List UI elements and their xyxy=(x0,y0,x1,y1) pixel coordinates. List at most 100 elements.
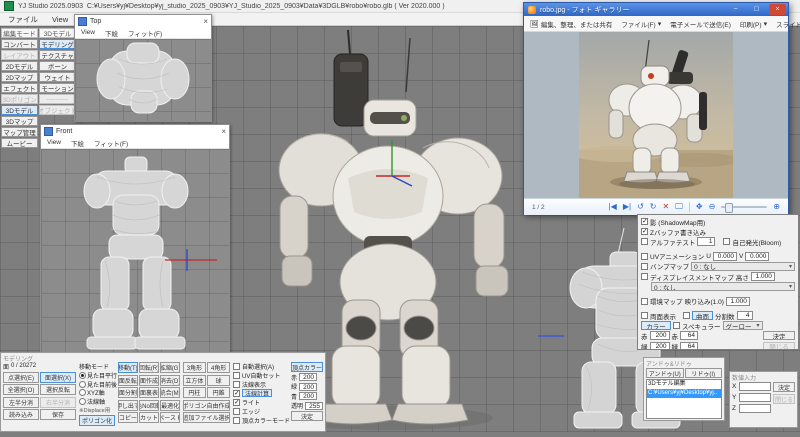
top-view-viewport[interactable] xyxy=(75,39,211,121)
minimize-button[interactable]: − xyxy=(727,4,744,15)
normal-calc-checkbox[interactable] xyxy=(232,389,240,397)
pan-icon[interactable]: ✥ xyxy=(696,203,703,211)
close-button[interactable]: × xyxy=(769,4,786,15)
previous-photo-icon[interactable]: |◀ xyxy=(609,203,617,211)
color-rotate-button[interactable]: 色No回転 xyxy=(139,399,159,411)
triangle-button[interactable]: 3角形 xyxy=(182,362,206,373)
color-button[interactable]: カラー xyxy=(641,321,671,331)
file-menu-button[interactable]: ファイル(F) ▾ xyxy=(621,19,661,29)
front-view-menu-fit[interactable]: フィット(F) xyxy=(94,138,128,148)
mode-2d-model[interactable]: 2Dモデル xyxy=(1,61,38,71)
top-view-close-icon[interactable]: × xyxy=(203,17,208,26)
submode-texture[interactable]: テクスチャ xyxy=(39,50,76,60)
maximize-button[interactable]: □ xyxy=(748,4,765,15)
submode-modeling[interactable]: モデリング xyxy=(39,39,76,49)
move-xyz-radio[interactable] xyxy=(79,389,86,397)
create-face-button[interactable]: 面作成 xyxy=(139,374,159,386)
save-button[interactable]: 保存 xyxy=(40,409,76,420)
red2-input[interactable]: 64 xyxy=(680,331,698,341)
green2-input[interactable]: 64 xyxy=(680,341,698,349)
optimize-button[interactable]: 最適化 xyxy=(160,399,180,411)
face-frontback-button[interactable]: 面裏表 xyxy=(139,387,159,398)
history-item[interactable]: 3Dモデル編集 xyxy=(647,380,721,389)
green1-input[interactable]: 200 xyxy=(649,341,670,349)
delete-icon[interactable]: ✕ xyxy=(662,203,669,211)
divisions-input[interactable]: 4 xyxy=(736,311,753,321)
robot-photo[interactable] xyxy=(579,32,733,198)
zoom-slider-handle[interactable] xyxy=(725,203,734,213)
uvanim-checkbox[interactable] xyxy=(641,252,648,260)
add-file-button[interactable]: 追加ファイル選択 xyxy=(182,412,230,423)
select-all-button[interactable]: 全選択(O) xyxy=(3,384,39,395)
menu-file[interactable]: ファイル xyxy=(8,14,38,25)
erase-button[interactable]: 消去(D) xyxy=(160,374,180,386)
vertex-color-ok-button[interactable]: 決定 xyxy=(290,411,323,421)
front-view-menu-view[interactable]: View xyxy=(47,139,61,146)
photo-gallery-titlebar[interactable]: robo.jpg - フォト ギャラリー − □ × xyxy=(524,3,788,16)
move-parallel-radio[interactable] xyxy=(79,372,86,380)
edit-organize-share-button[interactable]: 🖼 編集、整理、または共有 xyxy=(530,19,612,29)
mode-map-manage[interactable]: マップ管理 xyxy=(1,127,38,137)
v-input[interactable]: 0.000 xyxy=(745,251,770,261)
shading-dropdown[interactable]: グーロー ▾ xyxy=(722,321,763,331)
bumpmap-checkbox[interactable] xyxy=(641,262,648,270)
shadow-checkbox[interactable] xyxy=(641,217,648,225)
flip-face-button[interactable]: 面反転 xyxy=(118,374,138,386)
menu-view[interactable]: View xyxy=(52,15,68,24)
doubleside-checkbox[interactable] xyxy=(641,312,648,320)
vc-red-input[interactable]: 200 xyxy=(299,373,317,382)
submode-weight[interactable]: ウェイト xyxy=(39,72,76,82)
scale-button[interactable]: 拡縮(G) xyxy=(160,362,180,373)
vertex-color-button[interactable]: 頂点カラー xyxy=(290,362,323,372)
next-photo-icon[interactable]: ▶| xyxy=(623,203,631,211)
top-view-menu-underlay[interactable]: 下絵 xyxy=(105,28,118,38)
top-view-menu-view[interactable]: View xyxy=(81,29,95,36)
cut-button[interactable]: カット xyxy=(139,412,159,423)
mode-convert[interactable]: コンバート xyxy=(1,39,38,49)
y-input[interactable] xyxy=(739,393,771,402)
front-view-titlebar[interactable]: Front × xyxy=(41,125,229,137)
zbuffer-checkbox[interactable] xyxy=(641,227,648,236)
rotate-button[interactable]: 回転(R) xyxy=(139,362,159,373)
rotate-left-icon[interactable]: ↺ xyxy=(637,203,644,211)
light-checkbox[interactable] xyxy=(232,398,240,406)
slideshow-icon[interactable]: 🖵 xyxy=(675,203,683,211)
vc-green-input[interactable]: 200 xyxy=(299,382,317,391)
displacement-dropdown[interactable]: 0 : なし ▾ xyxy=(651,282,795,292)
vc-blue-input[interactable]: 200 xyxy=(299,392,317,401)
mode-3d-map[interactable]: 3Dマップ xyxy=(1,116,38,126)
email-button[interactable]: 電子メールで送信(E) xyxy=(670,19,731,29)
displacement-checkbox[interactable] xyxy=(641,273,648,281)
top-view-titlebar[interactable]: Top × xyxy=(75,15,211,27)
free-polygon-button[interactable]: ポリゴン自由作成 xyxy=(182,399,230,411)
divide-face-button[interactable]: 面分割 xyxy=(118,387,138,398)
cone-button[interactable]: 円錐 xyxy=(207,387,230,398)
material-ok-button[interactable]: 決定 xyxy=(763,331,795,341)
mode-2d-map[interactable]: 2Dマップ xyxy=(1,72,38,82)
history-item-selected[interactable]: C:¥Users¥yj¥Desktop¥yj.. xyxy=(647,389,721,398)
front-view-close-icon[interactable]: × xyxy=(221,127,226,136)
mode-effect[interactable]: エフェクト xyxy=(1,83,38,93)
zoom-out-icon[interactable]: ⊖ xyxy=(709,203,716,211)
reflect-input[interactable]: 1.000 xyxy=(725,296,750,306)
x-input[interactable] xyxy=(739,382,771,391)
sphere-button[interactable]: 球 xyxy=(207,374,230,386)
normal-calc-button[interactable]: 法線計算 xyxy=(241,389,272,397)
polygonize-button[interactable]: ポリゴン化 xyxy=(79,415,115,426)
bumpmap-dropdown[interactable]: 0 : なし ▾ xyxy=(691,261,795,271)
slideshow-button[interactable]: スライド ショー(S) xyxy=(776,19,800,29)
specular-checkbox[interactable] xyxy=(673,322,680,330)
select-point-button[interactable]: 点選択(E) xyxy=(3,371,39,383)
submode-bone[interactable]: ボーン xyxy=(39,61,76,71)
auto-select-checkbox[interactable] xyxy=(232,362,240,370)
undo-button[interactable]: アンドゥ(U) xyxy=(646,368,684,378)
u-input[interactable]: 0.000 xyxy=(712,251,737,261)
alphatest-input[interactable]: 1 xyxy=(697,237,716,247)
delete-left-half-button[interactable]: 左半分消 xyxy=(3,396,39,408)
cube-button[interactable]: 立方体 xyxy=(182,374,206,386)
paste-button[interactable]: ペースト xyxy=(160,412,180,423)
z-input[interactable] xyxy=(739,404,771,413)
submode-motion[interactable]: モーション xyxy=(39,83,76,93)
normal-show-checkbox[interactable] xyxy=(232,380,240,388)
numeric-ok-button[interactable]: 決定 xyxy=(773,382,795,392)
